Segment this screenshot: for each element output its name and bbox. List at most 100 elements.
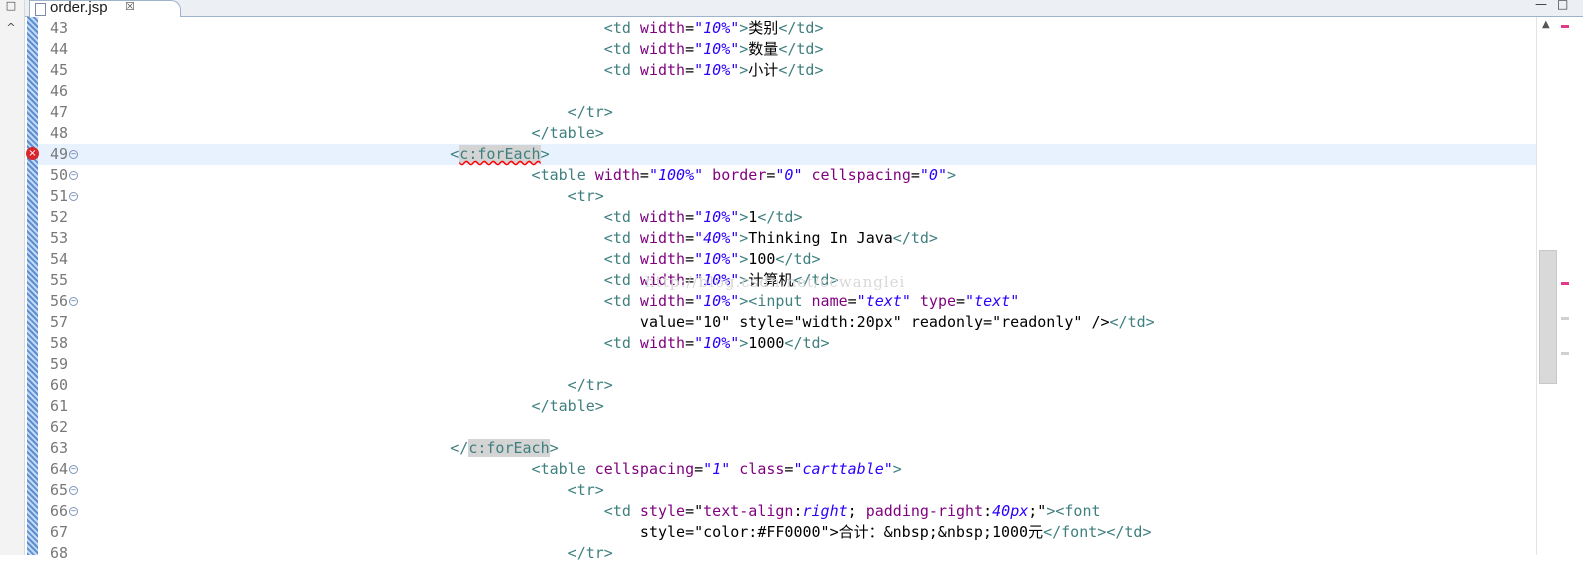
left-panel-strip: □ ^	[0, 0, 25, 555]
code-text: </table>	[531, 124, 604, 142]
code-line[interactable]: 47 </tr>	[38, 102, 1536, 123]
code-line[interactable]: 65− <tr>	[38, 480, 1536, 501]
minimize-icon[interactable]: —	[1535, 0, 1547, 11]
restore-panel-icon[interactable]: □	[4, 0, 18, 12]
code-line[interactable]: 68 </tr>	[38, 543, 1536, 564]
code-line[interactable]: 57 value="10" style="width:20px" readonl…	[38, 312, 1536, 333]
line-number: 50	[49, 166, 68, 184]
line-number: 52	[49, 208, 68, 226]
fold-toggle-icon[interactable]: −	[69, 486, 78, 495]
code-line[interactable]: 64− <table cellspacing="1" class="cartta…	[38, 459, 1536, 480]
line-number: 61	[49, 397, 68, 415]
line-number: 67	[49, 523, 68, 541]
fold-toggle-icon[interactable]: −	[69, 150, 78, 159]
code-text: </c:forEach>	[450, 439, 559, 457]
fold-toggle-icon[interactable]: −	[69, 507, 78, 516]
code-text: </table>	[531, 397, 604, 415]
vertical-scrollbar[interactable]: ▲	[1536, 17, 1559, 555]
editor-tab-bar: order.jsp ☒ — □	[25, 0, 1583, 17]
code-line[interactable]: 52 <td width="10%">1</td>	[38, 207, 1536, 228]
tab-order-jsp[interactable]: order.jsp ☒	[29, 0, 181, 17]
code-line[interactable]: 67 style="color:#FF0000">合计：&nbsp;&nbsp;…	[38, 522, 1536, 543]
code-text: <td width="10%"><input name="text" type=…	[603, 292, 1020, 310]
code-line[interactable]: 49− × <c:forEach>	[26, 144, 1536, 165]
code-text: <table width="100%" border="0" cellspaci…	[531, 166, 957, 184]
code-line[interactable]: 45 <td width="10%">小计</td>	[38, 60, 1536, 81]
overview-ruler	[1559, 17, 1583, 555]
line-number: 48	[49, 124, 68, 142]
line-number: 65	[49, 481, 68, 499]
change-bar	[27, 17, 38, 555]
line-number: 43	[49, 19, 68, 37]
maximize-icon[interactable]: □	[1557, 0, 1568, 11]
code-line[interactable]: 60 </tr>	[38, 375, 1536, 396]
code-line[interactable]: 66− <td style="text-align:right; padding…	[38, 501, 1536, 522]
fold-toggle-icon[interactable]: −	[69, 171, 78, 180]
line-number: 57	[49, 313, 68, 331]
code-line[interactable]: 58 <td width="10%">1000</td>	[38, 333, 1536, 354]
occurrence-marker-2[interactable]	[1561, 352, 1569, 355]
scrollbar-thumb[interactable]	[1539, 250, 1557, 384]
line-number: 58	[49, 334, 68, 352]
line-number: 45	[49, 61, 68, 79]
code-text: <td style="text-align:right; padding-rig…	[603, 502, 1101, 520]
occurrence-marker[interactable]	[1561, 317, 1569, 320]
line-number: 44	[49, 40, 68, 58]
code-line[interactable]: 51− <tr>	[38, 186, 1536, 207]
collapse-panel-icon[interactable]: ^	[4, 22, 18, 34]
code-line[interactable]: 54 <td width="10%">100</td>	[38, 249, 1536, 270]
fold-toggle-icon[interactable]: −	[69, 297, 78, 306]
code-text: <td width="10%">1000</td>	[603, 334, 830, 352]
line-number: 68	[49, 544, 68, 562]
code-text: <td width="40%">Thinking In Java</td>	[603, 229, 938, 247]
code-line[interactable]: 46	[38, 81, 1536, 102]
code-line[interactable]: 61 </table>	[38, 396, 1536, 417]
code-line[interactable]: 62	[38, 417, 1536, 438]
code-line[interactable]: 48 </table>	[38, 123, 1536, 144]
fold-toggle-icon[interactable]: −	[69, 465, 78, 474]
code-text: value="10" style="width:20px" readonly="…	[639, 313, 1155, 331]
error-icon[interactable]: ×	[26, 147, 39, 160]
line-number: 66	[49, 502, 68, 520]
line-number: 53	[49, 229, 68, 247]
code-text: <td width="10%">1</td>	[603, 208, 803, 226]
line-number: 59	[49, 355, 68, 373]
file-icon	[35, 3, 46, 16]
code-line[interactable]: 44 <td width="10%">数量</td>	[38, 39, 1536, 60]
code-text: <td width="10%">类别</td>	[603, 19, 824, 37]
line-number: 62	[49, 418, 68, 436]
fold-toggle-icon[interactable]: −	[69, 192, 78, 201]
line-number: 51	[49, 187, 68, 205]
scroll-up-icon[interactable]: ▲	[1542, 19, 1550, 30]
code-text: <td width="10%">数量</td>	[603, 40, 824, 58]
code-text: </tr>	[567, 544, 613, 562]
code-line[interactable]: 53 <td width="40%">Thinking In Java</td>	[38, 228, 1536, 249]
line-number: 55	[49, 271, 68, 289]
code-line[interactable]: 59	[38, 354, 1536, 375]
code-line[interactable]: 43 <td width="10%">类别</td>	[38, 18, 1536, 39]
error-marker-2[interactable]	[1561, 282, 1569, 285]
error-marker[interactable]	[1561, 25, 1569, 28]
line-number: 60	[49, 376, 68, 394]
code-text: <tr>	[567, 481, 604, 499]
code-text: </tr>	[567, 103, 613, 121]
code-text: <table cellspacing="1" class="carttable"…	[531, 460, 902, 478]
code-line[interactable]: 50− <table width="100%" border="0" cells…	[38, 165, 1536, 186]
code-text: <c:forEach>	[450, 145, 550, 163]
code-text: </tr>	[567, 376, 613, 394]
line-number: 47	[49, 103, 68, 121]
line-number: 49	[49, 145, 68, 163]
line-number: 56	[49, 292, 68, 310]
line-number: 54	[49, 250, 68, 268]
window-controls: — □	[1535, 0, 1575, 16]
code-line[interactable]: 56− <td width="10%"><input name="text" t…	[38, 291, 1536, 312]
line-number: 63	[49, 439, 68, 457]
code-text: style="color:#FF0000">合计：&nbsp;&nbsp;100…	[639, 523, 1152, 541]
watermark: http://blog.csdn.net/ccwanglei	[645, 273, 906, 291]
tab-label: order.jsp	[50, 0, 108, 16]
code-text: <td width="10%">100</td>	[603, 250, 821, 268]
code-text: <tr>	[567, 187, 604, 205]
code-line[interactable]: 63 </c:forEach>	[38, 438, 1536, 459]
close-icon[interactable]: ☒	[125, 0, 135, 13]
line-number: 64	[49, 460, 68, 478]
